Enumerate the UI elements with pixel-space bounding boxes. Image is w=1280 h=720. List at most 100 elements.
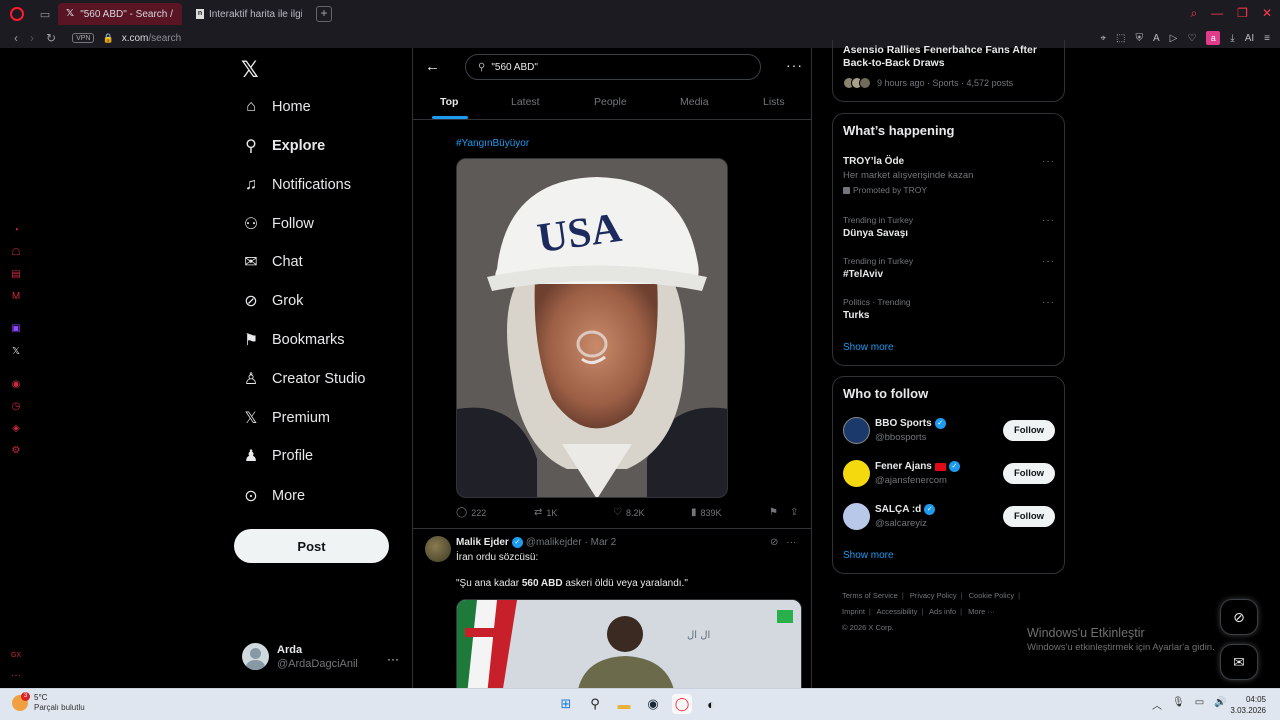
share-button[interactable]: ⇪ (790, 507, 798, 518)
vpn-badge[interactable]: VPN (72, 33, 95, 43)
tab-people[interactable]: People (594, 96, 627, 108)
nav-grok[interactable]: ⊘ Grok (242, 288, 303, 314)
minimize-icon[interactable]: — (1211, 6, 1223, 21)
show-more-link[interactable]: Show more (843, 550, 894, 561)
nav-bookmarks[interactable]: ⚑ Bookmarks (242, 327, 345, 353)
repost-button[interactable]: ⇄ 1K (534, 507, 557, 518)
tweet-date[interactable]: · Mar 2 (585, 537, 617, 548)
footer-link[interactable]: Terms of Service (842, 591, 898, 600)
nav-chat[interactable]: ✉ Chat (242, 249, 302, 275)
trend-item[interactable]: Politics · Trending Turks ··· (843, 297, 1055, 321)
trend-more-icon[interactable]: ··· (1042, 256, 1055, 267)
reload-icon[interactable]: ↻ (46, 31, 56, 45)
pin-icon[interactable]: ⌖ (1100, 33, 1106, 44)
shield-icon[interactable]: ⛨ (1135, 33, 1143, 44)
weather-widget[interactable]: 3 5°C Parçalı bulutlu (12, 691, 85, 712)
trend-more-icon[interactable]: ··· (1042, 297, 1055, 308)
nav-home[interactable]: ⌂ Home (242, 94, 311, 120)
account-more-icon[interactable]: ··· (387, 652, 399, 666)
nav-explore[interactable]: ⚲ Explore (242, 133, 325, 159)
follow-button[interactable]: Follow (1003, 420, 1055, 441)
show-more-link[interactable]: Show more (843, 342, 894, 353)
forward-nav-icon[interactable]: › (30, 31, 34, 45)
x-app-icon[interactable]: 𝕏 (10, 346, 22, 358)
file-explorer-icon[interactable]: ▬ (614, 694, 634, 714)
account-switcher[interactable]: Arda @ArdaDagciAnil (242, 643, 358, 670)
footer-link[interactable]: Ads info (929, 607, 956, 616)
search-icon[interactable]: ⚲ (585, 694, 605, 714)
follow-suggestion[interactable]: BBO Sports ✓ @bbosports Follow (843, 417, 1055, 447)
follow-button[interactable]: Follow (1003, 506, 1055, 527)
avatar[interactable] (425, 536, 451, 562)
nav-notifications[interactable]: ♫ Notifications (242, 172, 351, 198)
twitch-icon[interactable]: ▣ (10, 323, 22, 335)
play-icon[interactable]: ▷ (1170, 33, 1178, 44)
tab-lists[interactable]: Lists (763, 96, 785, 108)
browser-tab-active[interactable]: 𝕏 "560 ABD" - Search / X (58, 3, 182, 25)
grok-icon[interactable]: ⊘ (770, 537, 778, 548)
trending-story-card[interactable]: Asensio Rallies Fenerbahce Fans After Ba… (832, 40, 1065, 102)
display-icon[interactable]: ▭ (1195, 697, 1204, 712)
volume-icon[interactable]: 🔊 (1214, 697, 1226, 712)
tab-menu-icon[interactable]: ▭ (38, 7, 52, 21)
trend-item[interactable]: Trending in Turkey #TelAviv ··· (843, 256, 1055, 280)
gx-icon[interactable]: GX (10, 650, 22, 662)
opera-browser-icon[interactable]: ◯ (672, 694, 692, 714)
opera-logo-icon[interactable] (10, 7, 24, 21)
tab-top[interactable]: Top (440, 96, 458, 108)
footer-link[interactable]: Accessibility (877, 607, 918, 616)
tab-latest[interactable]: Latest (511, 96, 540, 108)
pinboard-icon[interactable]: ◈ (10, 423, 22, 435)
nav-creator-studio[interactable]: ♙ Creator Studio (242, 366, 366, 392)
mail-app-icon[interactable]: M (10, 291, 22, 303)
translate-icon[interactable]: A (1153, 33, 1160, 44)
microphone-icon[interactable]: 🎙 (1172, 697, 1185, 712)
tab-media[interactable]: Media (680, 96, 709, 108)
trend-item[interactable]: Trending in Turkey Dünya Savaşı ··· (843, 215, 1055, 239)
trend-item[interactable]: TROY’la Öde Her market alışverişinde kaz… (843, 156, 1055, 195)
browser-tab-inactive[interactable]: n İnteraktif harita ile ilgili son (188, 3, 310, 25)
footer-link[interactable]: Imprint (842, 607, 865, 616)
like-button[interactable]: ♡ 8.2K (613, 507, 644, 518)
player-icon[interactable]: ◉ (10, 379, 22, 391)
footer-link[interactable]: Privacy Policy (910, 591, 957, 600)
follow-suggestion[interactable]: Fener Ajans ✓ @ajansfenercom Follow (843, 460, 1055, 490)
messenger-icon[interactable]: ▤ (10, 269, 22, 281)
url-field[interactable]: x.com/search (122, 33, 181, 44)
back-arrow-icon[interactable]: ← (425, 58, 440, 75)
screenshot-icon[interactable]: ⬚ (1116, 33, 1125, 44)
search-tabs-icon[interactable]: ⌕ (1190, 6, 1197, 21)
tweet-image[interactable]: USA (456, 158, 728, 498)
lock-icon[interactable]: 🔒 (102, 33, 113, 44)
heart-icon[interactable]: ♡ (1187, 33, 1196, 44)
clock[interactable]: 04:05 3.03.2026 (1230, 694, 1266, 716)
follow-button[interactable]: Follow (1003, 463, 1055, 484)
trend-more-icon[interactable]: ··· (1042, 215, 1055, 226)
reply-button[interactable]: ◯ 222 (456, 507, 486, 518)
footer-link[interactable]: More ··· (968, 607, 995, 616)
nav-profile[interactable]: ♟ Profile (242, 443, 313, 469)
tweet-more-icon[interactable]: ··· (786, 537, 796, 548)
maximize-icon[interactable]: ❐ (1237, 6, 1248, 21)
bot-icon[interactable]: ☖ (10, 247, 22, 259)
opera-gx-icon[interactable]: ◐ (701, 694, 721, 714)
tray-expand-icon[interactable]: ︿ (1152, 697, 1162, 712)
tweet-video[interactable]: ال ال (456, 599, 802, 688)
speed-dial-icon[interactable]: ◔ (10, 225, 22, 237)
ai-button[interactable]: AI (1245, 33, 1254, 44)
author-handle[interactable]: @malikejder (526, 537, 582, 548)
search-options-icon[interactable]: ··· (786, 57, 803, 73)
download-icon[interactable]: ⤓ (1230, 33, 1234, 44)
history-icon[interactable]: ◷ (10, 401, 22, 413)
views-button[interactable]: ▮ 839K (691, 507, 722, 518)
new-tab-button[interactable]: + (316, 6, 332, 22)
nav-more[interactable]: ⊙ More (242, 483, 305, 509)
trend-more-icon[interactable]: ··· (1042, 156, 1055, 167)
nav-premium[interactable]: 𝕏 Premium (242, 405, 330, 431)
hashtag-link[interactable]: #YangınBüyüyor (456, 138, 529, 149)
bookmark-button[interactable]: ⚑ (769, 507, 778, 518)
steam-icon[interactable]: ◉ (643, 694, 663, 714)
post-button[interactable]: Post (234, 529, 389, 563)
follow-suggestion[interactable]: SALÇA :d ✓ @salcareyiz Follow (843, 503, 1055, 533)
search-input[interactable]: ⚲ "560 ABD" (465, 54, 761, 80)
